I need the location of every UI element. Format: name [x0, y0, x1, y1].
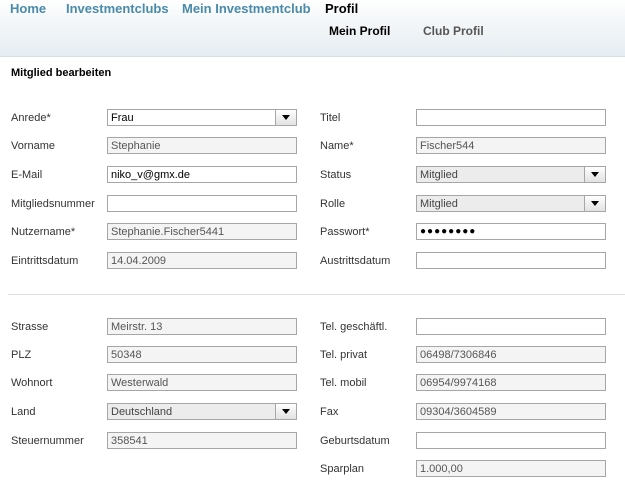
fax-label: Fax [320, 406, 339, 418]
form-title: Mitglied bearbeiten [11, 67, 112, 79]
mitgliedsnummer-input[interactable] [107, 195, 297, 212]
geburtsdatum-label: Geburtsdatum [320, 435, 390, 447]
subnav-mein-profil[interactable]: Mein Profil [329, 24, 390, 38]
nav-profil[interactable]: Profil [325, 1, 358, 16]
geburtsdatum-input[interactable] [416, 432, 606, 449]
tel-privat-label: Tel. privat [320, 349, 368, 361]
chevron-down-icon[interactable] [584, 167, 605, 182]
wohnort-input[interactable]: Westerwald [107, 374, 297, 391]
tel-mobil-label: Tel. mobil [320, 377, 367, 389]
nav-mein-investmentclub[interactable]: Mein Investmentclub [182, 1, 311, 16]
land-value: Deutschland [111, 406, 173, 418]
email-label: E-Mail [11, 169, 43, 181]
name-input[interactable]: Fischer544 [416, 137, 606, 154]
chevron-down-icon[interactable] [275, 404, 296, 419]
blank-box [106, 82, 296, 94]
wohnort-label: Wohnort [11, 377, 53, 389]
anrede-label: Anrede* [11, 112, 51, 124]
status-label: Status [320, 169, 352, 181]
titel-input[interactable] [416, 109, 606, 126]
rolle-select[interactable]: Mitglied [416, 195, 606, 212]
mitgliedsnummer-label: Mitgliedsnummer [11, 198, 95, 210]
chevron-down-icon[interactable] [584, 196, 605, 211]
tel-geschaeftl-label: Tel. geschäftl. [320, 321, 388, 333]
nav-home[interactable]: Home [10, 1, 46, 16]
strasse-label: Strasse [11, 321, 49, 333]
steuernummer-label: Steuernummer [11, 435, 84, 447]
land-label: Land [11, 406, 36, 418]
eintrittsdatum-label: Eintrittsdatum [11, 255, 79, 267]
anrede-select[interactable]: Frau [107, 109, 297, 126]
tel-mobil-input[interactable]: 06954/9974168 [416, 374, 606, 391]
titel-label: Titel [320, 112, 341, 124]
austrittsdatum-input[interactable] [416, 252, 606, 269]
vorname-input[interactable]: Stephanie [107, 137, 297, 154]
tel-privat-input[interactable]: 06498/7306846 [416, 346, 606, 363]
top-navigation: Home Investmentclubs Mein Investmentclub… [0, 0, 625, 57]
vorname-label: Vorname [11, 140, 56, 152]
plz-label: PLZ [11, 349, 32, 361]
sparplan-label: Sparplan [320, 463, 365, 475]
plz-input[interactable]: 50348 [107, 346, 297, 363]
passwort-label: Passwort* [320, 226, 370, 238]
strasse-input[interactable]: Meirstr. 13 [107, 318, 297, 335]
steuernummer-input[interactable]: 358541 [107, 432, 297, 449]
status-select[interactable]: Mitglied [416, 166, 606, 183]
status-value: Mitglied [420, 169, 458, 181]
name-label: Name* [320, 140, 354, 152]
eintrittsdatum-input[interactable]: 14.04.2009 [107, 252, 297, 269]
subnav-club-profil[interactable]: Club Profil [423, 24, 484, 38]
land-select[interactable]: Deutschland [107, 403, 297, 420]
nav-investmentclubs[interactable]: Investmentclubs [66, 1, 169, 16]
rolle-label: Rolle [320, 198, 346, 210]
nutzername-input[interactable]: Stephanie.Fischer5441 [107, 223, 297, 240]
chevron-down-icon[interactable] [275, 110, 296, 125]
email-input[interactable]: niko_v@gmx.de [107, 166, 297, 183]
rolle-value: Mitglied [420, 198, 458, 210]
tel-geschaeftl-input[interactable] [416, 318, 606, 335]
austrittsdatum-label: Austrittsdatum [320, 255, 391, 267]
fax-input[interactable]: 09304/3604589 [416, 403, 606, 420]
passwort-input[interactable]: ●●●●●●●● [416, 223, 606, 240]
section-divider [8, 294, 625, 295]
nutzername-label: Nutzername* [11, 226, 76, 238]
anrede-value: Frau [111, 112, 134, 124]
sparplan-input[interactable]: 1.000,00 [416, 460, 606, 477]
